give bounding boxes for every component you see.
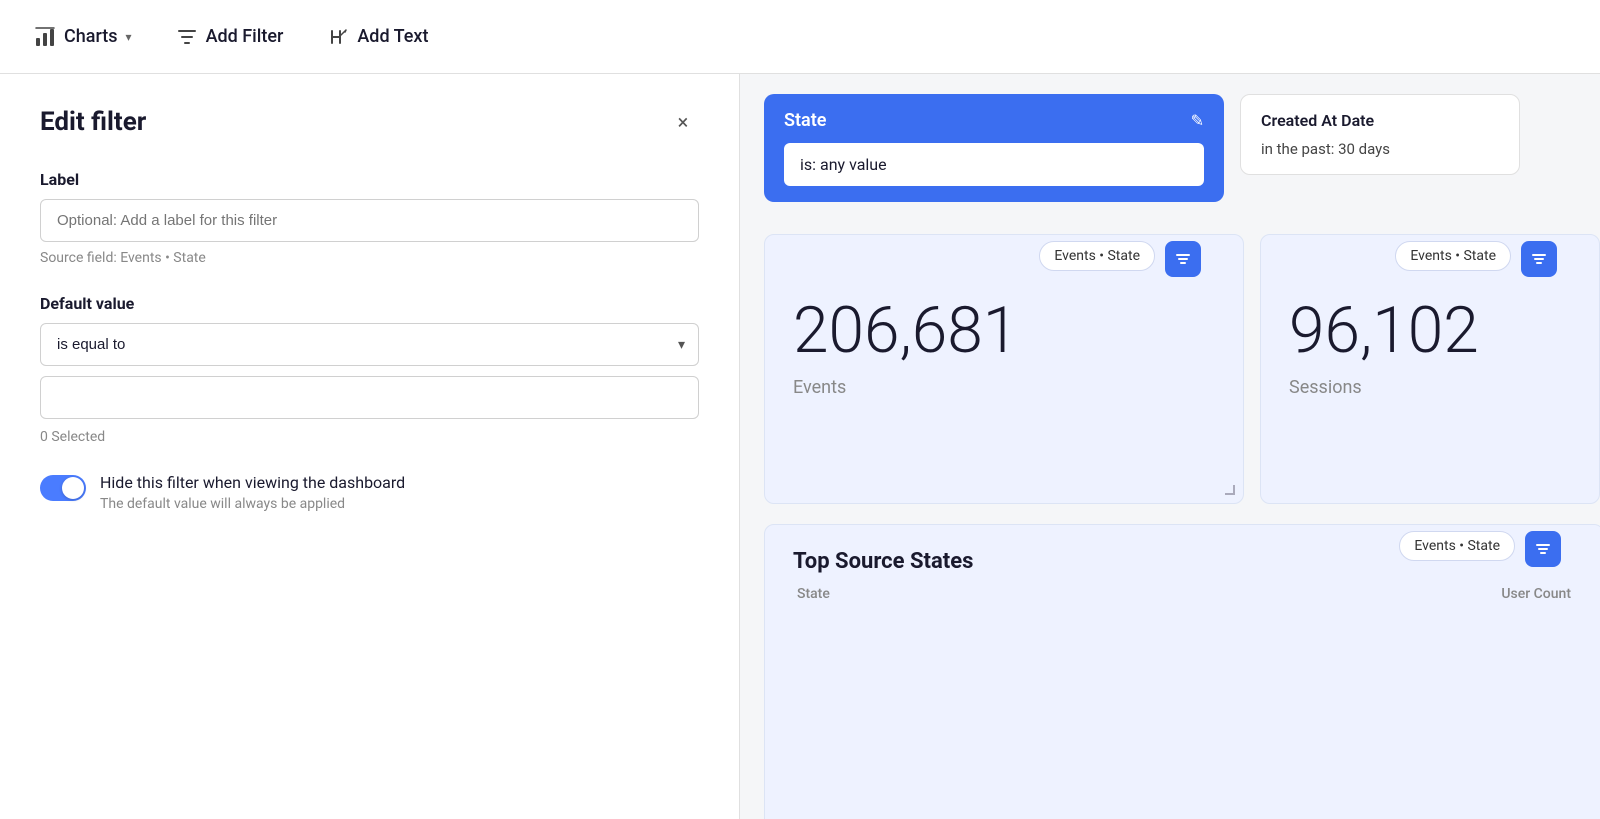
filter-card-header: State ✎ (784, 110, 1204, 131)
metric-value-2: 96,102 (1289, 299, 1571, 363)
metric-card-sessions: Events • State 96,102 Sessions (1260, 234, 1600, 504)
condition-select[interactable]: is equal to is not equal to contains (40, 323, 699, 366)
select-wrapper: is equal to is not equal to contains ▾ (40, 323, 699, 366)
resize-handle-1[interactable] (1225, 485, 1235, 495)
add-filter-label: Add Filter (206, 26, 284, 47)
default-value-section: Default value is equal to is not equal t… (40, 294, 699, 445)
metric-card-events: Events • State 206,681 Events (764, 234, 1244, 504)
chart-column-headers: State User Count (793, 586, 1575, 602)
metric-badge-2: Events • State (1395, 241, 1511, 271)
add-text-button[interactable]: Add Text (317, 20, 438, 54)
filter-edit-icon[interactable]: ✎ (1191, 111, 1204, 130)
chart-icon (34, 26, 56, 48)
metric-label-2: Sessions (1289, 377, 1571, 398)
toggle-knob (62, 477, 84, 499)
metric-badge-1: Events • State (1039, 241, 1155, 271)
source-field-text: Source field: Events • State (40, 250, 699, 266)
text-icon (327, 26, 349, 48)
chart-filter-button[interactable] (1525, 531, 1561, 567)
filter-value-box[interactable]: is: any value (784, 143, 1204, 186)
toggle-row: Hide this filter when viewing the dashbo… (40, 473, 699, 512)
chart-col-right: User Count (1501, 586, 1571, 602)
close-button[interactable]: × (667, 106, 699, 138)
add-text-label: Add Text (357, 26, 428, 47)
date-card-value: in the past: 30 days (1261, 140, 1499, 158)
filter-card-title: State (784, 110, 826, 131)
date-filter-card: Created At Date in the past: 30 days (1240, 94, 1520, 175)
panel-header: Edit filter × (40, 106, 699, 138)
charts-label: Charts (64, 26, 118, 47)
value-input[interactable] (40, 376, 699, 419)
label-heading: Label (40, 170, 699, 189)
edit-filter-panel: Edit filter × Label Source field: Events… (0, 74, 740, 819)
filter-badge-button-1[interactable] (1165, 241, 1201, 277)
date-card-title: Created At Date (1261, 111, 1499, 130)
state-filter-card: State ✎ is: any value (764, 94, 1224, 202)
charts-menu-item[interactable]: Charts ▾ (24, 20, 142, 54)
add-filter-button[interactable]: Add Filter (166, 20, 294, 54)
chart-badge: Events • State (1399, 531, 1515, 561)
label-section: Label Source field: Events • State (40, 170, 699, 266)
default-value-heading: Default value (40, 294, 699, 313)
selected-count: 0 Selected (40, 429, 699, 445)
dashboard-panel: State ✎ is: any value Created At Date in… (740, 74, 1600, 819)
toggle-label: Hide this filter when viewing the dashbo… (100, 473, 405, 492)
panel-title: Edit filter (40, 107, 146, 137)
metric-value-1: 206,681 (793, 299, 1215, 363)
charts-chevron-icon: ▾ (126, 30, 132, 44)
chart-col-left: State (797, 586, 830, 602)
toggle-text: Hide this filter when viewing the dashbo… (100, 473, 405, 512)
toggle-sublabel: The default value will always be applied (100, 496, 405, 512)
main-content: Edit filter × Label Source field: Events… (0, 74, 1600, 819)
label-input[interactable] (40, 199, 699, 242)
toolbar: Charts ▾ Add Filter Add Text (0, 0, 1600, 74)
hide-filter-toggle[interactable] (40, 475, 86, 501)
filter-badge-button-2[interactable] (1521, 241, 1557, 277)
filter-icon (176, 26, 198, 48)
chart-card-top-states: Events • State Top Source States State U… (764, 524, 1600, 819)
metric-label-1: Events (793, 377, 1215, 398)
